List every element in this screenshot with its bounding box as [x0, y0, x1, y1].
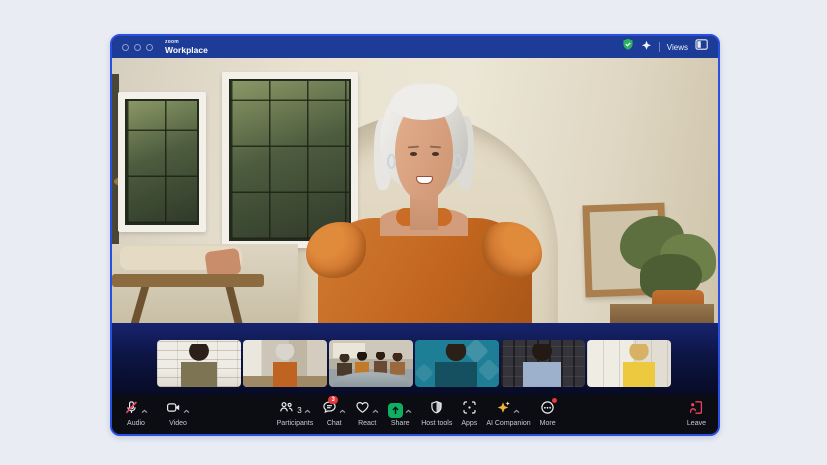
- apps-label: Apps: [461, 420, 477, 427]
- participant-thumbnail[interactable]: [243, 340, 327, 387]
- app-brand: zoom Workplace: [165, 40, 208, 55]
- views-layout-icon[interactable]: [695, 38, 708, 56]
- fullscreen-button[interactable]: [146, 44, 153, 51]
- camera-icon: [166, 400, 181, 420]
- share-button[interactable]: Share: [388, 402, 412, 427]
- share-screen-icon: [388, 403, 403, 418]
- participants-label: Participants: [277, 420, 314, 427]
- chevron-up-icon[interactable]: [141, 401, 148, 419]
- traffic-lights: [122, 44, 153, 51]
- video-label: Video: [169, 420, 187, 427]
- share-label: Share: [391, 420, 410, 427]
- video-button[interactable]: Video: [166, 402, 190, 427]
- active-speaker-video[interactable]: [112, 58, 718, 323]
- chevron-up-icon[interactable]: [405, 401, 412, 419]
- participant-thumbnail[interactable]: [587, 340, 671, 387]
- titlebar: zoom Workplace Views: [112, 36, 718, 58]
- participant-thumbnail[interactable]: [329, 340, 413, 387]
- chat-label: Chat: [327, 420, 342, 427]
- brand-product-label: Workplace: [165, 46, 208, 55]
- meeting-toolbar: Audio Video: [112, 395, 718, 434]
- chat-unread-badge: 3: [328, 396, 338, 404]
- more-label: More: [540, 420, 556, 427]
- heart-icon: [355, 400, 370, 420]
- minimize-button[interactable]: [134, 44, 141, 51]
- participant-thumbnail[interactable]: [501, 340, 585, 387]
- speaker-smile: [416, 176, 433, 184]
- shield-icon: [429, 400, 444, 420]
- more-ellipsis-icon: [540, 400, 555, 420]
- apps-icon: [462, 400, 477, 420]
- ai-sparkle-icon[interactable]: [641, 38, 652, 56]
- chevron-up-icon[interactable]: [339, 401, 346, 419]
- apps-button[interactable]: Apps: [461, 402, 477, 427]
- leave-label: Leave: [687, 420, 706, 427]
- leave-button[interactable]: Leave: [687, 402, 706, 427]
- chat-bubble-icon: 3: [322, 400, 337, 420]
- titlebar-divider: [659, 42, 660, 52]
- participants-button[interactable]: 3 Participants: [277, 402, 314, 427]
- react-button[interactable]: React: [355, 402, 379, 427]
- host-tools-button[interactable]: Host tools: [421, 402, 452, 427]
- participants-filmstrip: [112, 323, 718, 395]
- microphone-muted-icon: [124, 400, 139, 420]
- chevron-up-icon[interactable]: [304, 401, 311, 419]
- react-label: React: [358, 420, 376, 427]
- chat-button[interactable]: 3 Chat: [322, 402, 346, 427]
- close-button[interactable]: [122, 44, 129, 51]
- desktop-background: zoom Workplace Views: [0, 0, 827, 465]
- host-tools-label: Host tools: [421, 420, 452, 427]
- wood-table: [112, 274, 264, 287]
- sideboard: [610, 304, 714, 323]
- hoop-earring: [387, 154, 396, 169]
- more-notification-dot: [552, 398, 557, 403]
- zoom-meeting-window: zoom Workplace Views: [110, 34, 720, 436]
- participants-icon: [279, 400, 294, 420]
- more-button[interactable]: More: [540, 402, 556, 427]
- window-left: [118, 92, 206, 232]
- ai-companion-label: AI Companion: [486, 420, 530, 427]
- chevron-up-icon[interactable]: [183, 401, 190, 419]
- speaker-eye: [410, 152, 417, 156]
- participant-thumbnail[interactable]: [157, 340, 241, 387]
- ai-companion-sparkle-icon: [496, 400, 511, 420]
- chevron-up-icon[interactable]: [372, 401, 379, 419]
- participants-count: 3: [297, 406, 301, 415]
- audio-button[interactable]: Audio: [124, 402, 148, 427]
- meeting-security-shield-icon[interactable]: [622, 38, 634, 56]
- brand-zoom-label: zoom: [165, 40, 208, 45]
- speaker-eye: [432, 152, 439, 156]
- chevron-up-icon[interactable]: [513, 401, 520, 419]
- ai-companion-button[interactable]: AI Companion: [486, 402, 530, 427]
- leave-meeting-icon: [689, 400, 704, 420]
- hoop-earring: [453, 154, 462, 169]
- participant-thumbnail[interactable]: [415, 340, 499, 387]
- audio-label: Audio: [127, 420, 145, 427]
- views-button-label[interactable]: Views: [667, 43, 688, 52]
